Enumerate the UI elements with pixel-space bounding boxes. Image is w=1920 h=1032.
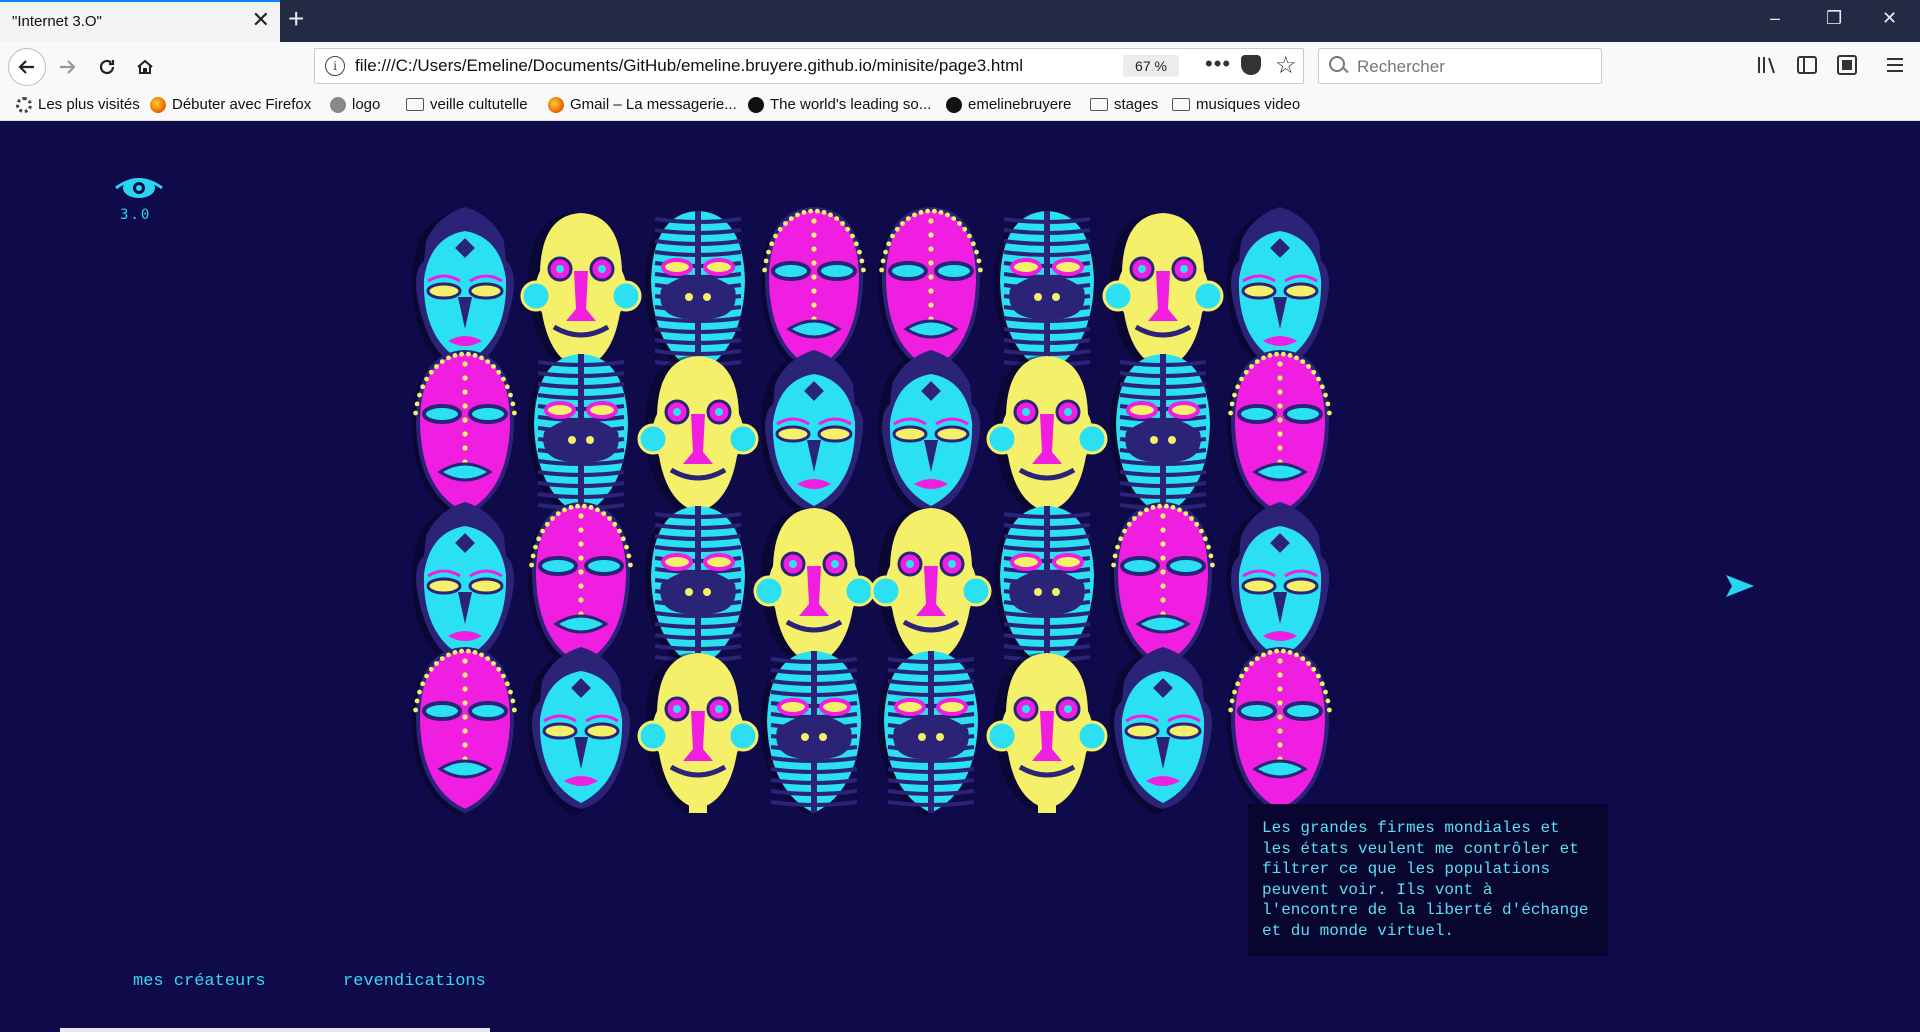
zoom-level[interactable]: 67 % xyxy=(1123,55,1179,77)
github-icon xyxy=(946,96,962,113)
bookmark-item[interactable]: musiques video xyxy=(1172,96,1300,113)
pink-mask-illustration xyxy=(1227,646,1332,815)
next-arrow-icon[interactable] xyxy=(1726,575,1754,597)
menu-icon[interactable] xyxy=(1884,54,1906,76)
folder-icon xyxy=(1090,98,1108,111)
info-icon[interactable]: i xyxy=(325,56,345,76)
bookmark-item[interactable]: logo xyxy=(330,96,380,113)
bookmark-item[interactable]: Gmail – La messagerie... xyxy=(548,96,737,113)
folder-icon xyxy=(1172,98,1190,111)
creators-link[interactable]: mes créateurs xyxy=(133,972,266,991)
yellow-mask-illustration xyxy=(986,653,1108,815)
page-content: 3.0 Les grandes firmes mondiales et les … xyxy=(0,121,1920,1032)
bookmark-item[interactable]: emelinebruyere xyxy=(946,96,1071,113)
info-box: Les grandes firmes mondiales et les état… xyxy=(1248,804,1608,956)
pocket-icon[interactable] xyxy=(1241,55,1261,75)
bookmark-item[interactable]: Les plus visités xyxy=(16,96,140,113)
yellow-mask-illustration xyxy=(637,356,759,518)
minimize-icon[interactable]: – xyxy=(1770,8,1780,29)
firefox-icon xyxy=(150,96,166,113)
bookmark-item[interactable]: Débuter avec Firefox xyxy=(150,96,311,113)
arrow-right-icon xyxy=(60,60,76,74)
pink-mask-illustration xyxy=(412,646,517,815)
arrow-left-icon xyxy=(18,60,34,74)
search-box[interactable]: Rechercher xyxy=(1318,48,1602,84)
reload-icon xyxy=(99,59,115,75)
tab-active[interactable]: "Internet 3.O" ✕ xyxy=(0,0,280,42)
yellow-mask-illustration xyxy=(986,356,1108,518)
new-tab-button[interactable]: + xyxy=(288,4,304,34)
globe-icon xyxy=(330,96,346,113)
horizontal-scrollbar[interactable] xyxy=(60,1028,490,1032)
firefox-icon xyxy=(548,96,564,113)
gear-icon xyxy=(16,96,32,113)
blue-mask-illustration xyxy=(528,647,630,815)
restore-icon[interactable]: ❐ xyxy=(1826,8,1842,29)
screenshot-icon[interactable] xyxy=(1836,54,1858,76)
striped-mask-illustration xyxy=(528,354,628,518)
pink-mask-illustration xyxy=(412,349,517,518)
back-button[interactable] xyxy=(8,48,46,86)
bookmark-star-icon[interactable]: ☆ xyxy=(1275,51,1297,80)
yellow-mask-illustration xyxy=(637,653,759,815)
bookmarks-toolbar: Les plus visités Débuter avec Firefox lo… xyxy=(0,92,1920,121)
search-icon xyxy=(1329,56,1345,72)
info-text: Les grandes firmes mondiales et les état… xyxy=(1262,819,1589,940)
reload-button[interactable] xyxy=(90,50,124,84)
blue-mask-illustration xyxy=(761,350,863,518)
folder-icon xyxy=(406,98,424,111)
forward-button[interactable] xyxy=(50,50,84,84)
pink-mask-illustration xyxy=(1227,349,1332,518)
bookmark-item[interactable]: The world's leading so... xyxy=(748,96,931,113)
striped-mask-illustration xyxy=(1110,354,1210,518)
close-tab-icon[interactable]: ✕ xyxy=(252,9,270,31)
url-text[interactable]: file:///C:/Users/Emeline/Documents/GitHu… xyxy=(355,56,1023,76)
striped-mask-illustration xyxy=(878,651,978,815)
eye-logo-icon[interactable] xyxy=(114,173,164,203)
home-icon xyxy=(137,59,153,74)
window-close-icon[interactable]: ✕ xyxy=(1882,8,1897,29)
sidebar-icon[interactable] xyxy=(1796,54,1818,76)
tab-bar: "Internet 3.O" ✕ + – ❐ ✕ xyxy=(0,0,1920,42)
navigation-toolbar: i file:///C:/Users/Emeline/Documents/Git… xyxy=(0,42,1920,92)
bookmark-item[interactable]: veille cultutelle xyxy=(406,96,528,113)
search-placeholder: Rechercher xyxy=(1357,57,1445,76)
home-button[interactable] xyxy=(128,50,162,84)
library-icon[interactable] xyxy=(1756,54,1778,76)
url-bar[interactable]: i file:///C:/Users/Emeline/Documents/Git… xyxy=(314,48,1304,84)
blue-mask-illustration xyxy=(878,350,980,518)
github-icon xyxy=(748,96,764,113)
bookmark-item[interactable]: stages xyxy=(1090,96,1158,113)
tab-title: "Internet 3.O" xyxy=(12,13,102,30)
blue-mask-illustration xyxy=(1110,647,1212,815)
striped-mask-illustration xyxy=(761,651,861,815)
page-actions-icon[interactable]: ••• xyxy=(1205,51,1231,77)
logo-text: 3.0 xyxy=(120,207,152,223)
claims-link[interactable]: revendications xyxy=(343,972,486,991)
